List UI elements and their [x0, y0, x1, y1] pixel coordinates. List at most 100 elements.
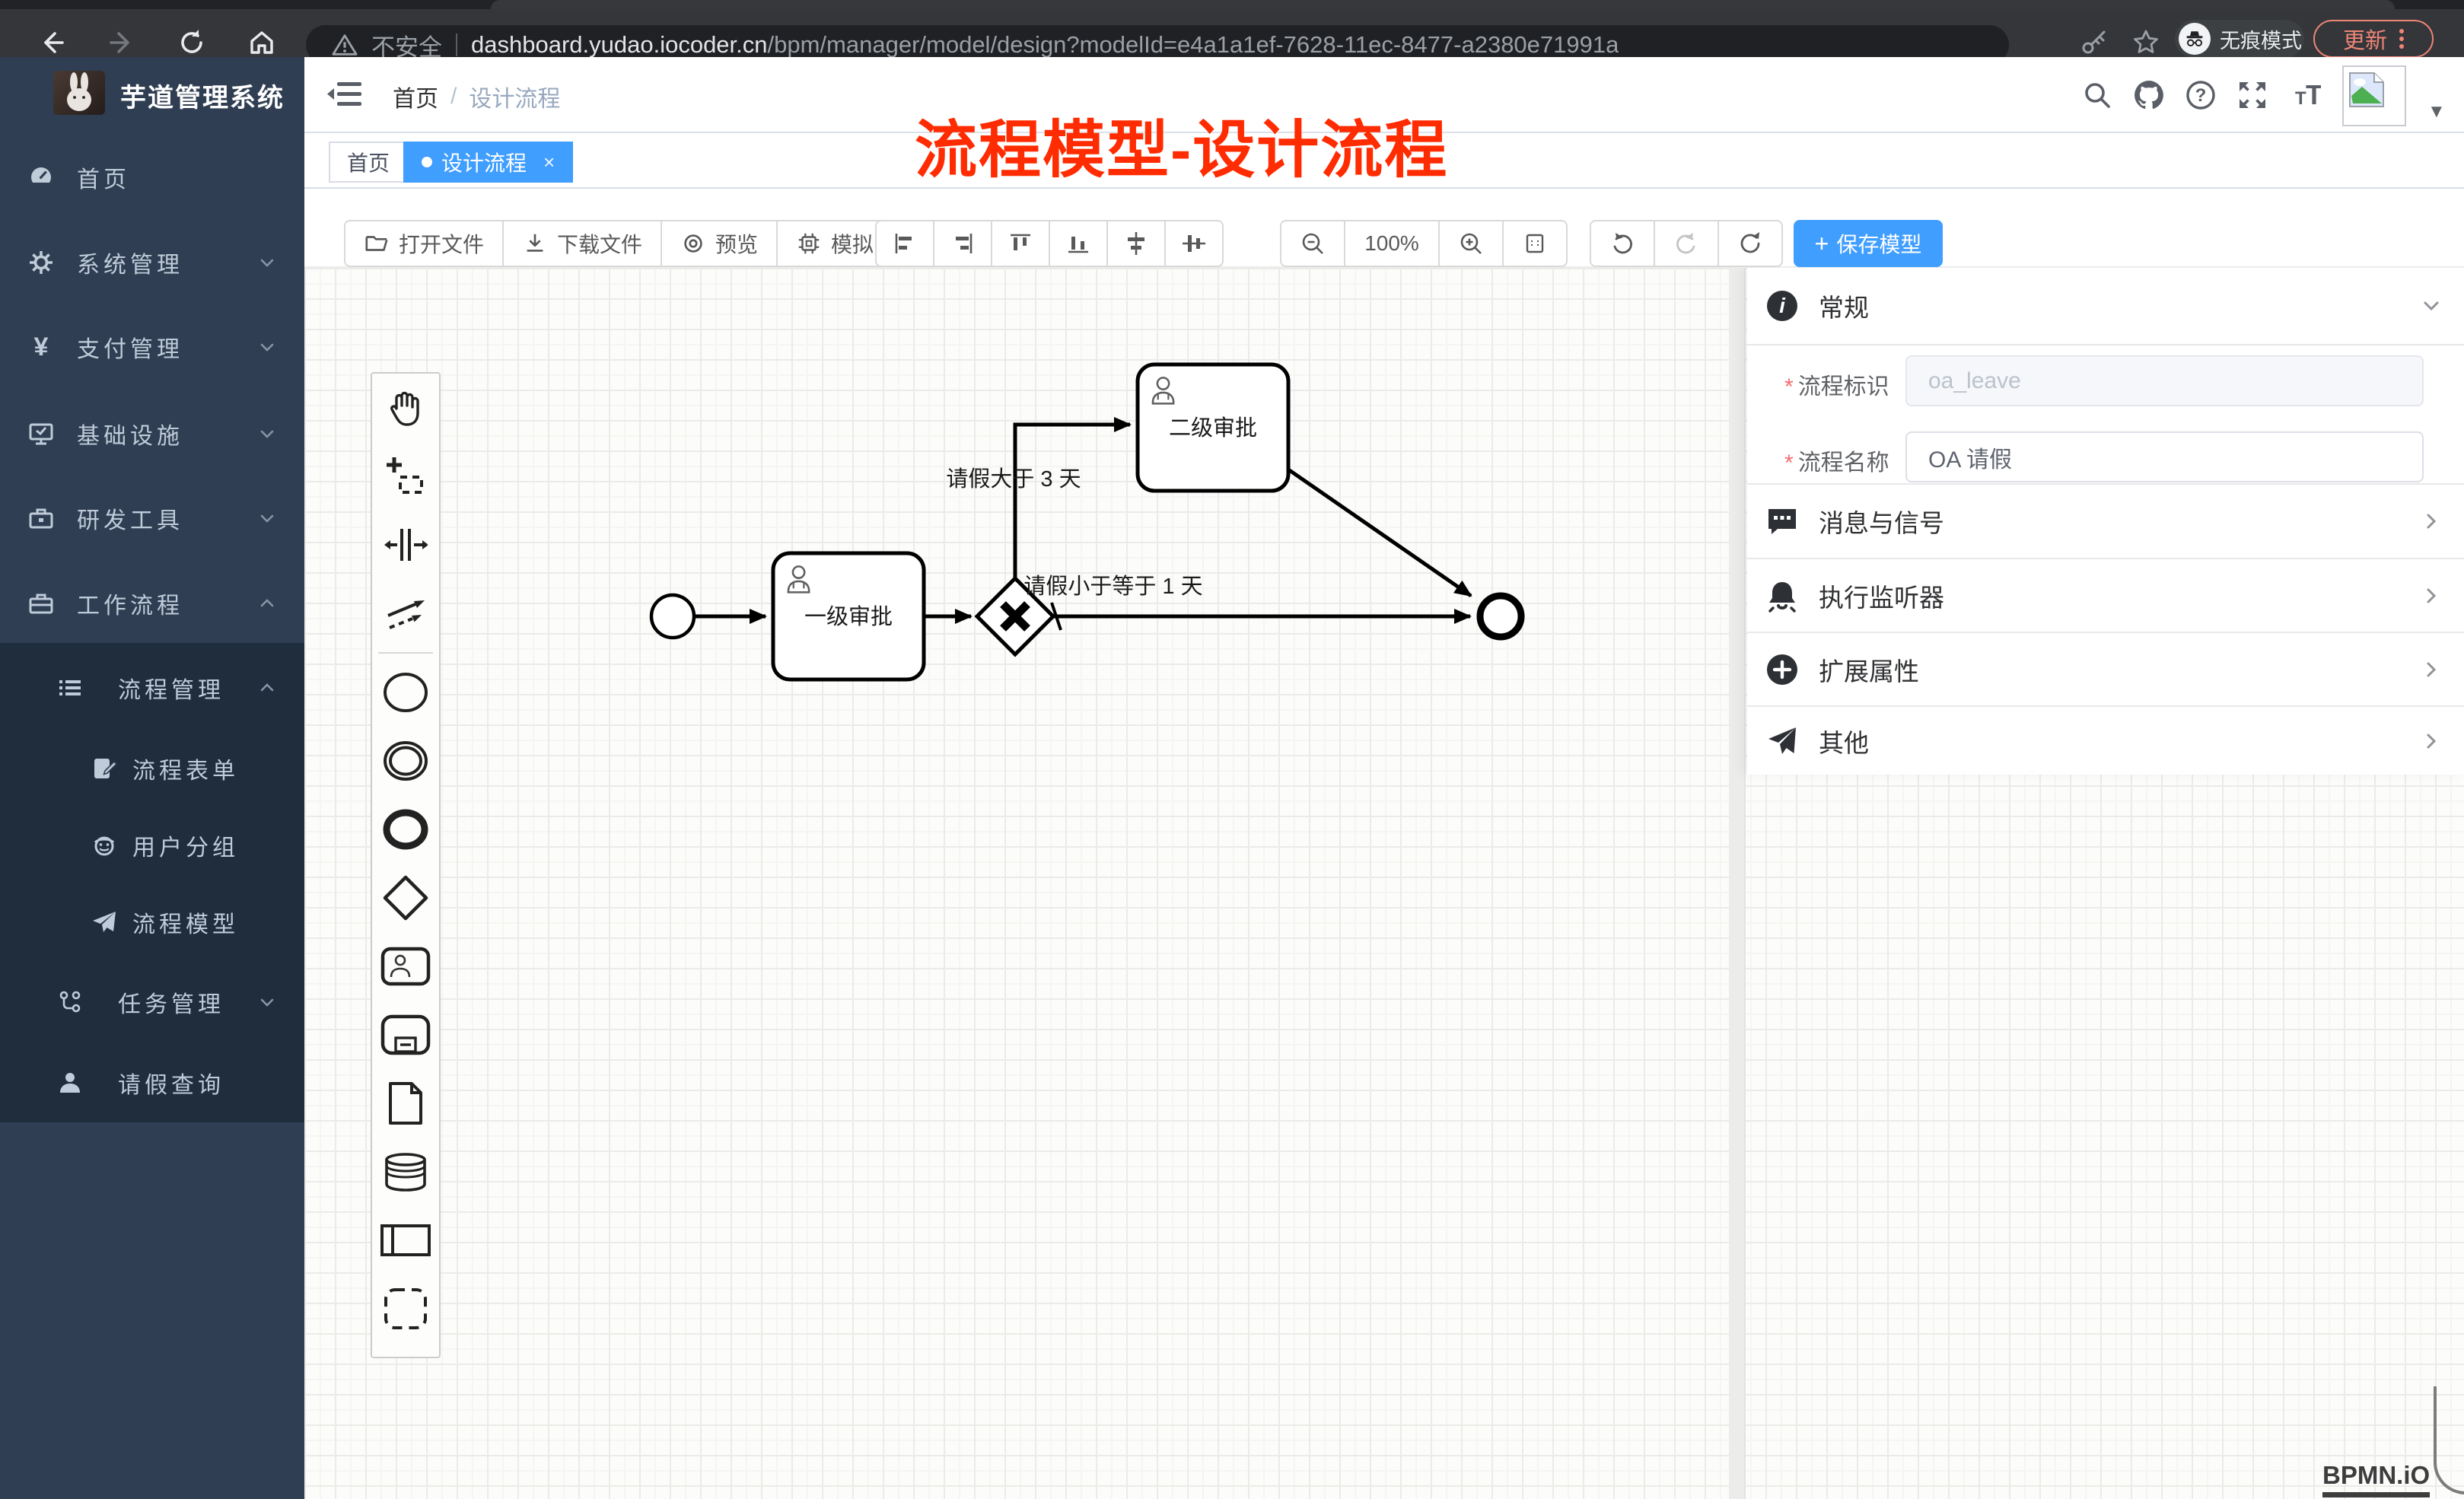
tab-close-icon[interactable]: ×	[543, 151, 555, 174]
header-fontsize-button[interactable]: TT	[2287, 78, 2321, 112]
space-tool[interactable]	[371, 511, 441, 579]
align-bottom-button[interactable]	[1049, 220, 1108, 267]
lasso-tool[interactable]	[371, 442, 441, 511]
bookmark-star-button[interactable]	[2123, 26, 2169, 59]
zoom-in-button[interactable]	[1438, 220, 1504, 267]
bpmn-canvas[interactable]: 一级审批 二级审批 请假大于 3 天	[304, 268, 2464, 1499]
sidebar-item-devtools[interactable]: 研发工具	[0, 479, 304, 558]
sidebar-item-label: 请假查询	[118, 1066, 224, 1100]
global-connect-tool[interactable]	[371, 579, 441, 648]
create-user-task[interactable]	[371, 932, 441, 1001]
open-file-button[interactable]: 打开文件	[344, 220, 504, 267]
undo-button[interactable]	[1590, 220, 1655, 267]
download-file-button[interactable]: 下载文件	[502, 220, 662, 267]
align-right-button[interactable]	[933, 220, 992, 267]
header-help-button[interactable]: ?	[2184, 78, 2217, 112]
sidebar-item-infrastructure[interactable]: 基础设施	[0, 394, 304, 473]
start-event[interactable]	[651, 595, 694, 638]
header-github-button[interactable]	[2132, 78, 2166, 112]
url-host[interactable]: dashboard.yudao.iocoder.cn	[471, 31, 768, 58]
sidebar-collapse-button[interactable]	[327, 78, 364, 110]
tab-design-process[interactable]: 设计流程 ×	[403, 142, 573, 183]
create-intermediate-event[interactable]	[371, 727, 441, 795]
create-participant[interactable]	[371, 1206, 441, 1275]
browser-back-button[interactable]	[29, 26, 75, 59]
flow-gateway-to-task2[interactable]	[1015, 425, 1130, 578]
create-subprocess[interactable]	[371, 1001, 441, 1069]
create-start-event[interactable]	[371, 658, 441, 727]
section-label: 消息与信号	[1819, 503, 1944, 539]
header-fullscreen-button[interactable]	[2236, 78, 2269, 112]
field-process-name: *流程名称	[1747, 431, 2464, 483]
zoom-reset-button[interactable]	[1502, 220, 1568, 267]
tab-home[interactable]: 首页	[329, 142, 408, 183]
align-vcenter-icon	[1122, 230, 1150, 257]
browser-forward-button[interactable]	[99, 26, 145, 59]
browser-reload-button[interactable]	[169, 26, 215, 59]
chevron-down-icon	[2418, 293, 2444, 319]
align-left-button[interactable]	[875, 220, 934, 267]
user-task-level1[interactable]: 一级审批	[773, 553, 924, 679]
password-key-button[interactable]	[2071, 26, 2117, 59]
chevron-up-icon	[257, 594, 277, 613]
sidebar-item-payment[interactable]: ¥ 支付管理	[0, 307, 304, 387]
hand-tool[interactable]	[371, 374, 441, 442]
sidebar-item-label: 基础设施	[77, 417, 183, 450]
section-execution-listeners[interactable]: 执行监听器	[1747, 559, 2464, 632]
message-icon	[1765, 504, 1799, 538]
align-vertical-center-button[interactable]	[1106, 220, 1166, 267]
chevron-right-icon	[2418, 583, 2444, 609]
chevron-down-icon	[257, 253, 277, 272]
align-top-button[interactable]	[991, 220, 1050, 267]
svg-text:¥: ¥	[34, 334, 49, 360]
sidebar-item-task-management[interactable]: 任务管理	[0, 963, 304, 1042]
create-data-store[interactable]	[371, 1138, 441, 1206]
sidebar-item-user-groups[interactable]: 用户分组	[0, 806, 304, 885]
sidebar-item-process-management[interactable]: 流程管理	[0, 648, 304, 727]
flow-label-gt3[interactable]: 请假大于 3 天	[946, 466, 1081, 492]
intermediate-event-icon	[382, 737, 429, 785]
sidebar-item-system[interactable]: 系统管理	[0, 223, 304, 302]
restart-button[interactable]	[1717, 220, 1783, 267]
section-general[interactable]: i 常规	[1747, 268, 2464, 344]
redo-button[interactable]	[1654, 220, 1719, 267]
browser-active-tab[interactable]	[491, 0, 2395, 9]
create-gateway[interactable]	[371, 864, 441, 932]
create-end-event[interactable]	[371, 795, 441, 864]
process-key-input[interactable]	[1905, 355, 2424, 406]
avatar[interactable]	[2342, 65, 2406, 126]
section-other[interactable]: 其他	[1747, 707, 2464, 775]
bpmn-io-watermark[interactable]: BPMN.iO	[2322, 1461, 2430, 1497]
flow-label-le1[interactable]: 请假小于等于 1 天	[1023, 574, 1202, 599]
sidebar-item-workflow[interactable]: 工作流程	[0, 564, 304, 643]
sidebar-item-leave-query[interactable]: 请假查询	[0, 1043, 304, 1122]
create-data-object[interactable]	[371, 1069, 441, 1138]
save-model-button[interactable]: + 保存模型	[1794, 220, 1943, 267]
key-icon	[2080, 28, 2109, 57]
zoom-level-indicator[interactable]: 100%	[1344, 220, 1440, 267]
flow-task2-to-end[interactable]	[1288, 469, 1471, 596]
sidebar-item-process-model[interactable]: 流程模型	[0, 883, 304, 962]
preview-button[interactable]: 预览	[661, 220, 778, 267]
section-messages-signals[interactable]: 消息与信号	[1747, 485, 2464, 558]
zoom-out-button[interactable]	[1280, 220, 1345, 267]
url-path[interactable]: /bpm/manager/model/design?modelId=e4a1a1…	[768, 31, 1619, 58]
start-event-icon	[382, 669, 429, 716]
browser-home-button[interactable]	[239, 26, 285, 59]
sidebar-item-process-form[interactable]: 流程表单	[0, 729, 304, 808]
header-search-button[interactable]	[2080, 78, 2114, 112]
update-label[interactable]: 更新	[2343, 23, 2387, 55]
process-name-input[interactable]	[1905, 431, 2424, 482]
question-icon: ?	[2185, 79, 2217, 111]
avatar-caret-icon[interactable]: ▼	[2427, 101, 2446, 123]
sidebar-item-home[interactable]: 首页	[0, 138, 304, 217]
breadcrumb-home[interactable]: 首页	[393, 80, 438, 113]
breadcrumb-separator: /	[450, 84, 457, 110]
browser-menu-icon[interactable]	[2399, 26, 2404, 52]
create-group[interactable]	[371, 1275, 441, 1343]
user-task-level2[interactable]: 二级审批	[1138, 364, 1288, 491]
end-event[interactable]	[1480, 596, 1521, 637]
browser-update-button[interactable]: 更新	[2313, 20, 2434, 58]
section-extended-attributes[interactable]: 扩展属性	[1747, 633, 2464, 705]
align-horizontal-center-button[interactable]	[1164, 220, 1224, 267]
